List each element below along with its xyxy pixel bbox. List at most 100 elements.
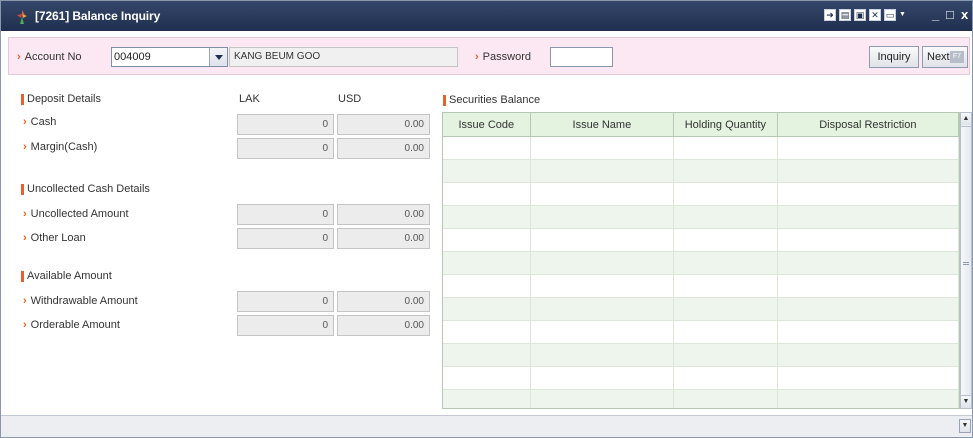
uncollected-amount-usd-value: 0.00 bbox=[337, 204, 430, 225]
table-cell[interactable] bbox=[778, 344, 959, 366]
table-cell[interactable] bbox=[443, 183, 531, 205]
account-no-combobox[interactable] bbox=[111, 47, 228, 67]
table-cell[interactable] bbox=[674, 160, 778, 182]
scroll-thumb[interactable] bbox=[961, 126, 971, 396]
table-cell[interactable] bbox=[778, 229, 959, 251]
excel-icon[interactable]: ✕ bbox=[869, 9, 881, 21]
table-cell[interactable] bbox=[531, 321, 675, 343]
disposal-restriction-column-header[interactable]: Disposal Restriction bbox=[778, 113, 959, 136]
grid-body bbox=[443, 137, 959, 408]
cash-lak-value: 0 bbox=[237, 114, 334, 135]
table-cell[interactable] bbox=[443, 137, 531, 159]
issue-code-column-header[interactable]: Issue Code bbox=[443, 113, 531, 136]
table-row[interactable] bbox=[443, 321, 959, 344]
table-cell[interactable] bbox=[443, 206, 531, 228]
table-cell[interactable] bbox=[778, 298, 959, 320]
table-row[interactable] bbox=[443, 183, 959, 206]
section-marker bbox=[21, 270, 24, 282]
table-cell[interactable] bbox=[778, 390, 959, 408]
table-cell[interactable] bbox=[674, 298, 778, 320]
table-cell[interactable] bbox=[443, 390, 531, 408]
table-cell[interactable] bbox=[674, 252, 778, 274]
table-cell[interactable] bbox=[531, 275, 675, 297]
inquiry-button[interactable]: Inquiry bbox=[869, 46, 919, 68]
table-cell[interactable] bbox=[674, 229, 778, 251]
other-loan-usd-value: 0.00 bbox=[337, 228, 430, 249]
table-row[interactable] bbox=[443, 298, 959, 321]
maximize-button[interactable]: □ bbox=[946, 7, 954, 22]
table-cell[interactable] bbox=[531, 367, 675, 389]
close-button[interactable]: x bbox=[961, 7, 968, 22]
holding-quantity-column-header[interactable]: Holding Quantity bbox=[674, 113, 778, 136]
table-row[interactable] bbox=[443, 206, 959, 229]
table-row[interactable] bbox=[443, 344, 959, 367]
table-cell[interactable] bbox=[531, 137, 675, 159]
table-cell[interactable] bbox=[443, 367, 531, 389]
section-marker bbox=[21, 93, 24, 105]
table-row[interactable] bbox=[443, 275, 959, 298]
issue-name-column-header[interactable]: Issue Name bbox=[531, 113, 675, 136]
next-shortcut-key: F7 bbox=[950, 51, 964, 63]
table-row[interactable] bbox=[443, 137, 959, 160]
table-cell[interactable] bbox=[443, 160, 531, 182]
scroll-down-icon[interactable]: ▼ bbox=[961, 396, 971, 408]
table-cell[interactable] bbox=[674, 367, 778, 389]
table-row[interactable] bbox=[443, 367, 959, 390]
table-cell[interactable] bbox=[778, 137, 959, 159]
scroll-up-icon[interactable]: ▲ bbox=[961, 113, 971, 125]
status-dropdown-icon[interactable]: ▼ bbox=[959, 419, 971, 433]
table-row[interactable] bbox=[443, 390, 959, 408]
account-no-input[interactable] bbox=[114, 49, 204, 65]
table-cell[interactable] bbox=[443, 252, 531, 274]
table-cell[interactable] bbox=[531, 206, 675, 228]
chevron-right-icon: › bbox=[17, 51, 21, 63]
table-cell[interactable] bbox=[778, 183, 959, 205]
next-button[interactable]: Next F7 bbox=[922, 46, 968, 68]
section-marker bbox=[21, 183, 24, 195]
password-input[interactable] bbox=[550, 47, 613, 67]
securities-balance-grid[interactable]: Issue Code Issue Name Holding Quantity D… bbox=[442, 112, 960, 409]
table-cell[interactable] bbox=[443, 321, 531, 343]
table-cell[interactable] bbox=[674, 137, 778, 159]
table-cell[interactable] bbox=[531, 298, 675, 320]
table-cell[interactable] bbox=[778, 252, 959, 274]
table-cell[interactable] bbox=[674, 321, 778, 343]
table-cell[interactable] bbox=[531, 344, 675, 366]
minimize-button[interactable]: _ bbox=[932, 7, 939, 22]
table-row[interactable] bbox=[443, 252, 959, 275]
table-row[interactable] bbox=[443, 229, 959, 252]
table-cell[interactable] bbox=[674, 390, 778, 408]
title-toolbar: ➜ ▤ ▣ ✕ ▭ ▼ bbox=[824, 9, 906, 23]
grid-vertical-scrollbar[interactable]: ▲ ▼ bbox=[960, 112, 972, 409]
print-icon[interactable]: ▭ bbox=[884, 9, 896, 21]
print-preview-icon[interactable]: ▣ bbox=[854, 9, 866, 21]
table-cell[interactable] bbox=[778, 206, 959, 228]
table-cell[interactable] bbox=[443, 298, 531, 320]
table-cell[interactable] bbox=[778, 321, 959, 343]
table-cell[interactable] bbox=[778, 275, 959, 297]
margin-cash-usd-value: 0.00 bbox=[337, 138, 430, 159]
table-cell[interactable] bbox=[674, 275, 778, 297]
chevron-right-icon: › bbox=[23, 141, 27, 153]
scroll-grip-icon bbox=[963, 262, 969, 263]
table-cell[interactable] bbox=[674, 183, 778, 205]
toolbar-dropdown-icon[interactable]: ▼ bbox=[899, 9, 906, 21]
table-cell[interactable] bbox=[443, 229, 531, 251]
chevron-down-icon[interactable] bbox=[209, 48, 227, 66]
table-row[interactable] bbox=[443, 160, 959, 183]
table-cell[interactable] bbox=[531, 390, 675, 408]
uncollected-amount-lak-value: 0 bbox=[237, 204, 334, 225]
table-cell[interactable] bbox=[443, 344, 531, 366]
pin-icon[interactable]: ➜ bbox=[824, 9, 836, 21]
table-cell[interactable] bbox=[531, 252, 675, 274]
table-cell[interactable] bbox=[531, 160, 675, 182]
table-cell[interactable] bbox=[443, 275, 531, 297]
table-cell[interactable] bbox=[531, 229, 675, 251]
table-cell[interactable] bbox=[531, 183, 675, 205]
password-label: › Password bbox=[475, 51, 531, 63]
sheet-icon[interactable]: ▤ bbox=[839, 9, 851, 21]
table-cell[interactable] bbox=[674, 344, 778, 366]
table-cell[interactable] bbox=[674, 206, 778, 228]
table-cell[interactable] bbox=[778, 367, 959, 389]
table-cell[interactable] bbox=[778, 160, 959, 182]
